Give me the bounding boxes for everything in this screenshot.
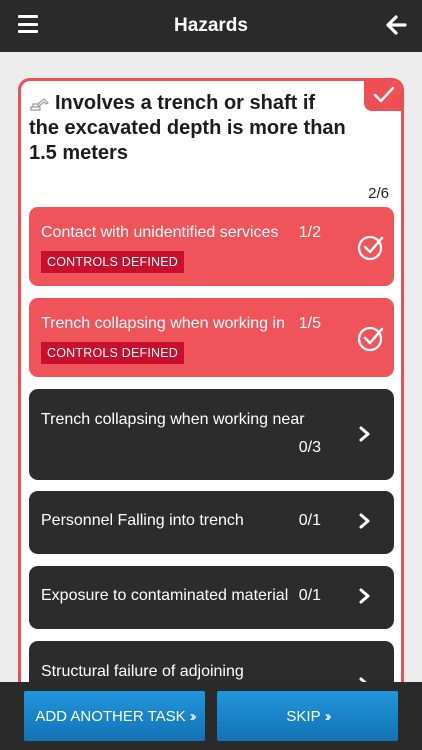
hamburger-menu-icon[interactable]	[18, 15, 38, 33]
arrow-left-icon[interactable]	[384, 13, 408, 37]
add-another-task-button[interactable]: ADD ANOTHER TASK ››	[24, 691, 205, 741]
hazard-item[interactable]: Trench collapsing when working in 1/5 CO…	[29, 298, 394, 377]
skip-button[interactable]: SKIP ››	[217, 691, 398, 741]
status-badge: CONTROLS DEFINED	[41, 342, 184, 364]
app-header: Hazards	[0, 0, 422, 52]
bottom-action-bar: ADD ANOTHER TASK ›› SKIP ››	[0, 682, 422, 750]
hazard-item[interactable]: Personnel Falling into trench 0/1	[29, 491, 394, 554]
hazard-count: 0/3	[298, 439, 321, 456]
hazard-item[interactable]: Contact with unidentified services 1/2 C…	[29, 207, 394, 286]
hazard-count: 0/1	[298, 512, 321, 529]
hazard-count: 1/2	[298, 224, 321, 241]
double-chevron-right-icon: ››	[189, 707, 197, 725]
add-another-task-label: ADD ANOTHER TASK	[35, 707, 186, 725]
hazard-item[interactable]: Trench collapsing when working near 0/3	[29, 389, 394, 480]
chevron-right-icon	[359, 513, 370, 529]
page-title: Hazards	[174, 15, 248, 36]
skip-label: SKIP	[286, 707, 321, 725]
check-circle-icon	[357, 326, 384, 352]
chevron-right-icon	[359, 588, 370, 604]
excavator-icon	[30, 97, 50, 111]
hazard-counter: 2/6	[368, 185, 389, 202]
hazard-count: 0/1	[298, 587, 321, 604]
double-chevron-right-icon: ››	[324, 707, 332, 725]
hazard-label: Personnel Falling into trench	[41, 512, 244, 529]
task-card: Involves a trench or shaft if the excava…	[18, 78, 404, 718]
task-title: Involves a trench or shaft if the excava…	[29, 92, 346, 164]
task-complete-check-icon	[364, 81, 401, 111]
check-circle-icon	[357, 235, 384, 261]
hazard-label: Contact with unidentified services	[41, 224, 279, 241]
hazard-count: 1/5	[298, 315, 321, 332]
status-badge: CONTROLS DEFINED	[41, 251, 184, 273]
hazard-label: Structural failure of adjoining	[41, 663, 244, 680]
hazard-item[interactable]: Exposure to contaminated material 0/1	[29, 566, 394, 629]
hazard-label: Exposure to contaminated material	[41, 587, 289, 604]
hazard-label: Trench collapsing when working in	[41, 315, 285, 332]
chevron-right-icon	[359, 426, 370, 442]
hazard-label: Trench collapsing when working near	[41, 411, 305, 428]
